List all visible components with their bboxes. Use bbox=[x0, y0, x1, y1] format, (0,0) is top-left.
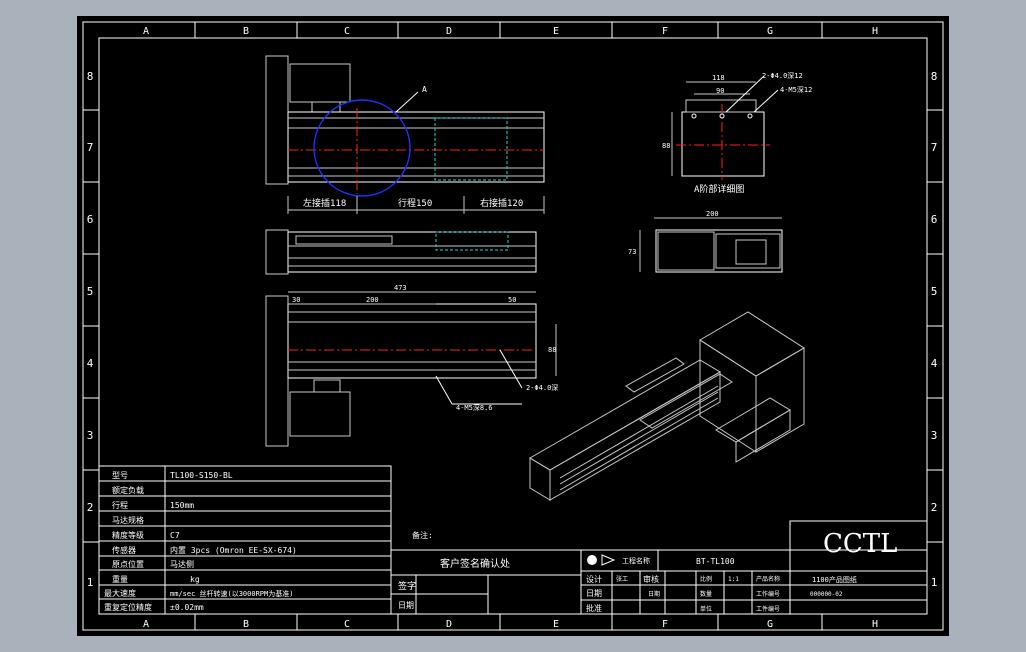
dim-200: 200 bbox=[706, 210, 719, 218]
row-label: 4 bbox=[87, 357, 94, 370]
row-label: 6 bbox=[87, 213, 94, 226]
confirm-title: 客户签名确认处 bbox=[440, 557, 510, 570]
confirm-date: 日期 bbox=[398, 601, 414, 610]
spec-label-speed: 最大速度 bbox=[104, 588, 136, 598]
spec-label-precision: 精度等级 bbox=[112, 530, 144, 540]
company-logo-icon bbox=[587, 555, 597, 565]
col-label: C bbox=[344, 619, 350, 630]
row-label: 8 bbox=[87, 70, 94, 83]
col-label: F bbox=[662, 26, 668, 37]
draw-value: 日期 bbox=[648, 590, 660, 598]
col-label: A bbox=[143, 26, 149, 37]
col-label: F bbox=[662, 619, 668, 630]
spec-label-weight: 重量 bbox=[112, 574, 128, 584]
drawing-background bbox=[77, 16, 949, 636]
row-label: 3 bbox=[931, 429, 938, 442]
row-label: 7 bbox=[87, 141, 94, 154]
dim-90: 90 bbox=[716, 87, 724, 95]
col-label: H bbox=[872, 26, 878, 37]
spec-value-origin: 马达侧 bbox=[170, 559, 194, 569]
cad-drawing: A B C D E F G H A B C D E F G H 8 7 6 5 … bbox=[77, 16, 949, 636]
dim-30: 30 bbox=[292, 296, 300, 304]
project-label: 工程名称 bbox=[622, 556, 650, 565]
spec-value-sensor: 内置 3pcs (Omron EE-SX-674) bbox=[170, 545, 297, 555]
part-num-label: 工件编号 bbox=[756, 605, 780, 613]
spec-value-speed: mm/sec 丝杆转速(以3000RPM为基准) bbox=[170, 589, 293, 598]
spec-value-model: TL100-S150-BL bbox=[170, 471, 233, 480]
spec-label-load: 额定负载 bbox=[112, 485, 144, 495]
project-value: BT-TL100 bbox=[696, 557, 735, 566]
col-label: G bbox=[767, 619, 773, 630]
dim-top-200: 200 bbox=[366, 296, 379, 304]
col-label: E bbox=[553, 619, 559, 630]
spec-value-precision: C7 bbox=[170, 531, 180, 540]
approve-label: 批准 bbox=[586, 603, 602, 613]
hole-callout-3: 2-Φ4.0深 bbox=[526, 383, 558, 392]
col-label: E bbox=[553, 26, 559, 37]
detail-title: A阶部详细图 bbox=[694, 183, 744, 195]
row-label: 7 bbox=[931, 141, 938, 154]
row-label: 5 bbox=[931, 285, 938, 298]
spec-value-repeat: ±0.02mm bbox=[170, 603, 204, 612]
scale-value: 1:1 bbox=[728, 576, 739, 583]
spec-value-stroke: 150mm bbox=[170, 501, 194, 510]
row-label: 1 bbox=[87, 576, 94, 589]
design-label: 设计 bbox=[586, 574, 602, 584]
col-label: B bbox=[243, 619, 249, 630]
row-label: 4 bbox=[931, 357, 938, 370]
dim-left-connect: 左接插118 bbox=[303, 197, 346, 209]
hole-callout-2: 4-M5深12 bbox=[780, 85, 812, 94]
workorder-value: 000000-02 bbox=[810, 591, 843, 598]
design-value: 张工 bbox=[616, 575, 628, 583]
spec-label-stroke: 行程 bbox=[112, 500, 128, 510]
row-label: 2 bbox=[87, 501, 94, 514]
spec-label-sensor: 传感器 bbox=[112, 545, 136, 555]
product-label: 产品名称 bbox=[756, 575, 780, 583]
notes-label: 备注: bbox=[412, 530, 433, 540]
col-label: A bbox=[143, 619, 149, 630]
spec-label-origin: 原点位置 bbox=[112, 559, 144, 569]
logo-text: CCTL bbox=[823, 529, 897, 559]
col-label: B bbox=[243, 26, 249, 37]
row-label: 2 bbox=[931, 501, 938, 514]
dim-73: 73 bbox=[628, 248, 636, 256]
col-label: G bbox=[767, 26, 773, 37]
workorder-label: 工作编号 bbox=[756, 590, 780, 598]
col-label: D bbox=[446, 619, 452, 630]
row-label: 5 bbox=[87, 285, 94, 298]
confirm-sign: 签字 bbox=[398, 580, 416, 592]
dim-right-connect: 右接插120 bbox=[480, 197, 523, 209]
spec-label-repeat: 重复定位精度 bbox=[104, 602, 152, 612]
col-label: D bbox=[446, 26, 452, 37]
callout-a: A bbox=[422, 85, 427, 94]
dim-50: 50 bbox=[508, 296, 516, 304]
row-label: 3 bbox=[87, 429, 94, 442]
draw-label: 日期 bbox=[586, 589, 602, 598]
spec-label-motor: 马达规格 bbox=[112, 515, 144, 525]
dim-88: 88 bbox=[662, 142, 670, 150]
col-label: H bbox=[872, 619, 878, 630]
dim-side-88: 88 bbox=[548, 346, 556, 354]
hole-callout-4: 4-M5深8.6 bbox=[456, 403, 493, 412]
dim-stroke: 行程150 bbox=[398, 197, 432, 209]
count-label: 数量 bbox=[700, 590, 712, 598]
hole-callout-1: 2-Φ4.0深12 bbox=[762, 71, 803, 80]
scale-label: 比例 bbox=[700, 575, 712, 583]
dim-118: 118 bbox=[712, 74, 725, 82]
product-value: 1100产品图纸 bbox=[812, 575, 857, 584]
col-label: C bbox=[344, 26, 350, 37]
notes-area: 备注: bbox=[412, 530, 433, 540]
row-label: 1 bbox=[931, 576, 938, 589]
row-label: 8 bbox=[931, 70, 938, 83]
spec-value-weight: kg bbox=[190, 575, 200, 584]
check-label: 审核 bbox=[643, 574, 659, 584]
dim-473: 473 bbox=[394, 284, 407, 292]
unit-label: 单位 bbox=[700, 605, 712, 613]
spec-label-model: 型号 bbox=[112, 471, 128, 480]
row-label: 6 bbox=[931, 213, 938, 226]
